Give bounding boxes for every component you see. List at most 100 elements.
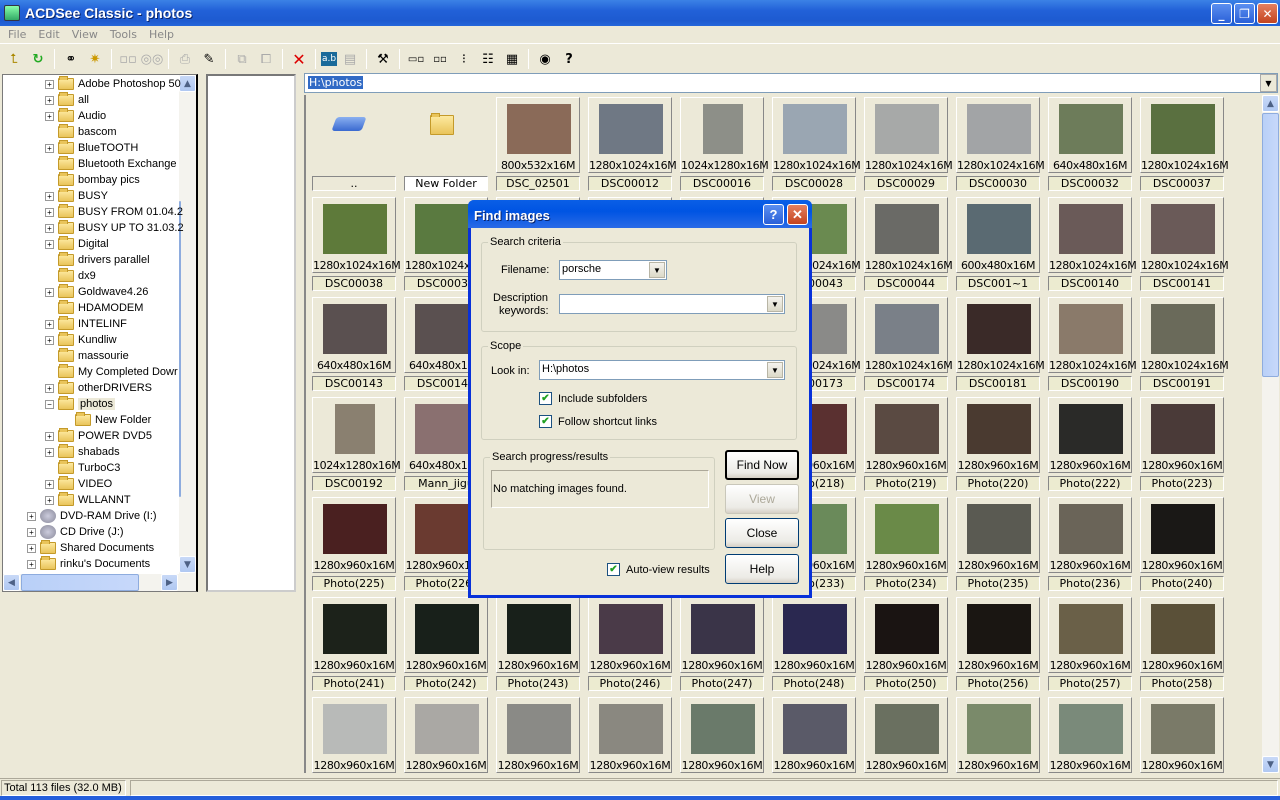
thumbnail-item[interactable]: 1280x960x16M Photo(219) [860, 395, 952, 495]
expand-icon[interactable]: + [45, 79, 54, 89]
thumbnail-item[interactable]: 1280x960x16M [952, 695, 1044, 773]
tree-horizontal-scrollbar[interactable]: ◀ ▶ [3, 574, 196, 591]
tree-item[interactable]: My Completed Dowr [45, 364, 178, 380]
thumbnail-item[interactable]: 1280x1024x16M DSC00044 [860, 195, 953, 295]
expand-icon[interactable]: + [45, 207, 54, 217]
tools-icon[interactable]: ⚒ [372, 48, 394, 70]
thumbnail-item[interactable]: 1280x960x16M Photo(246) [584, 595, 676, 695]
tree-item[interactable]: TurboC3 [45, 460, 120, 476]
tree-item[interactable]: + CD Drive (J:) [27, 524, 124, 540]
expand-icon[interactable]: + [27, 559, 36, 569]
thumbnail-item[interactable]: 1280x960x16M [676, 695, 768, 773]
thumbnail-item[interactable]: 1280x960x16M [1044, 695, 1136, 773]
scroll-thumb[interactable] [21, 574, 139, 591]
tree-item[interactable]: bombay pics [45, 172, 140, 188]
thumbnail-item[interactable]: 1280x960x16M [584, 695, 676, 773]
address-bar[interactable]: H:\photos ▼ [304, 73, 1278, 93]
thumbnail-item[interactable]: .. [308, 95, 400, 195]
menu-edit[interactable]: Edit [32, 28, 65, 41]
thumbnail-item[interactable]: 1280x960x16M Photo(242) [400, 595, 492, 695]
thumbnail-item[interactable]: 1280x960x16M Photo(234) [860, 495, 952, 595]
find-now-button[interactable]: Find Now [725, 450, 799, 480]
tree-item[interactable]: + shabads [45, 444, 120, 460]
tree-item[interactable]: bascom [45, 124, 117, 140]
thumbnail-item[interactable]: 1280x960x16M Photo(223) [1136, 395, 1228, 495]
thumbnail-item[interactable]: 1280x960x16M [1136, 695, 1228, 773]
dialog-close-icon[interactable]: ✕ [787, 204, 808, 225]
preview-eye-icon[interactable]: ◉ [534, 48, 556, 70]
expand-icon[interactable]: + [45, 383, 54, 393]
expand-icon[interactable]: + [45, 495, 54, 505]
thumbnail-item[interactable]: New Folder [400, 95, 492, 195]
tree-item[interactable]: + rinku's Documents [27, 556, 150, 572]
thumbnail-item[interactable]: 1280x960x16M Photo(235) [952, 495, 1044, 595]
print-icon[interactable]: ⎙ [174, 48, 196, 70]
acquire-icon[interactable]: ✎ [198, 48, 220, 70]
thumbnail-item[interactable]: 1280x960x16M Photo(250) [860, 595, 952, 695]
compare-icon[interactable]: ▫▫ [117, 48, 139, 70]
thumbnails-view-icon[interactable]: ▦ [501, 48, 523, 70]
description-dropdown-icon[interactable]: ▼ [767, 296, 783, 312]
tree-vertical-scrollbar[interactable]: ▲ ▼ [179, 75, 196, 591]
refresh-icon[interactable]: ↻ [27, 48, 49, 70]
thumbnail-item[interactable]: 1280x960x16M [492, 695, 584, 773]
move-to-icon[interactable]: ⧠ [255, 48, 277, 70]
expand-icon[interactable]: + [27, 527, 36, 537]
tree-item[interactable]: + POWER DVD5 [45, 428, 152, 444]
filename-combo[interactable]: porsche ▼ [559, 260, 667, 280]
find-binoculars-icon[interactable]: ⚭ [60, 48, 82, 70]
thumbnail-item[interactable]: 1280x960x16M Photo(222) [1044, 395, 1136, 495]
follow-shortcut-links-checkbox[interactable]: ✔ Follow shortcut links [539, 415, 657, 428]
look-in-value[interactable]: H:\photos [542, 363, 589, 375]
restore-button[interactable]: ❐ [1234, 3, 1255, 24]
tree-item[interactable]: massourie [45, 348, 129, 364]
tree-item[interactable]: + DVD-RAM Drive (I:) [27, 508, 157, 524]
thumbnail-item[interactable]: 1280x1024x16M DSC00141 [1136, 195, 1229, 295]
tree-item[interactable]: + Audio [45, 108, 106, 124]
expand-icon[interactable]: + [45, 143, 54, 153]
collapse-icon[interactable]: − [45, 399, 54, 409]
checkbox-checked-icon[interactable]: ✔ [539, 415, 552, 428]
expand-icon[interactable]: + [45, 319, 54, 329]
thumbnail-item[interactable]: 1280x960x16M [768, 695, 860, 773]
thumbnail-item[interactable]: 1280x1024x16M DSC00029 [860, 95, 953, 195]
menu-file[interactable]: File [2, 28, 32, 41]
thumbnail-item[interactable]: 1280x1024x16M DSC00028 [768, 95, 861, 195]
tree-item[interactable]: New Folder [75, 412, 151, 428]
tree-item[interactable]: + BUSY UP TO 31.03.2 [45, 220, 184, 236]
expand-icon[interactable]: + [45, 223, 54, 233]
tree-item[interactable]: dx9 [45, 268, 96, 284]
tree-item[interactable]: drivers parallel [45, 252, 150, 268]
thumbnail-item[interactable]: 1280x1024x16M DSC00181 [952, 295, 1045, 395]
expand-icon[interactable]: + [45, 95, 54, 105]
tree-item[interactable]: + Kundliw [45, 332, 117, 348]
help-button[interactable]: Help [725, 554, 799, 584]
thumbnail-item[interactable]: 800x532x16M DSC_02501 [492, 95, 584, 195]
minimize-button[interactable]: _ [1211, 3, 1232, 24]
large-icons-icon[interactable]: ▭▫ [405, 48, 427, 70]
tree-item[interactable]: HDAMODEM [45, 300, 143, 316]
rename-icon[interactable]: a.b [321, 52, 337, 66]
thumbnail-item[interactable]: 600x480x16M DSC001~1 [952, 195, 1044, 295]
tree-item[interactable]: + WLLANNT [45, 492, 131, 508]
scroll-up-icon[interactable]: ▲ [1262, 95, 1279, 112]
expand-icon[interactable]: + [45, 431, 54, 441]
thumbnail-item[interactable]: 1280x960x16M Photo(257) [1044, 595, 1136, 695]
help-icon[interactable]: ? [558, 48, 580, 70]
thumbnail-item[interactable]: 1280x1024x16M DSC00190 [1044, 295, 1137, 395]
thumbnail-item[interactable]: 1280x960x16M Photo(240) [1136, 495, 1228, 595]
tree-item[interactable]: + INTELINF [45, 316, 127, 332]
thumbnail-item[interactable]: 1280x1024x16M DSC00174 [860, 295, 953, 395]
thumbnail-item[interactable]: 1280x960x16M Photo(248) [768, 595, 860, 695]
thumbnail-item[interactable]: 1280x960x16M Photo(243) [492, 595, 584, 695]
menu-help[interactable]: Help [143, 28, 180, 41]
scroll-up-icon[interactable]: ▲ [179, 75, 196, 92]
tree-item[interactable]: + BUSY [45, 188, 108, 204]
filename-dropdown-icon[interactable]: ▼ [649, 262, 665, 278]
scroll-right-icon[interactable]: ▶ [161, 574, 178, 591]
menu-tools[interactable]: Tools [104, 28, 143, 41]
grid-vertical-scrollbar[interactable]: ▲ ▼ [1262, 95, 1279, 773]
expand-icon[interactable]: + [45, 479, 54, 489]
tree-item[interactable]: + VIDEO [45, 476, 112, 492]
dialog-help-icon[interactable]: ? [763, 204, 784, 225]
